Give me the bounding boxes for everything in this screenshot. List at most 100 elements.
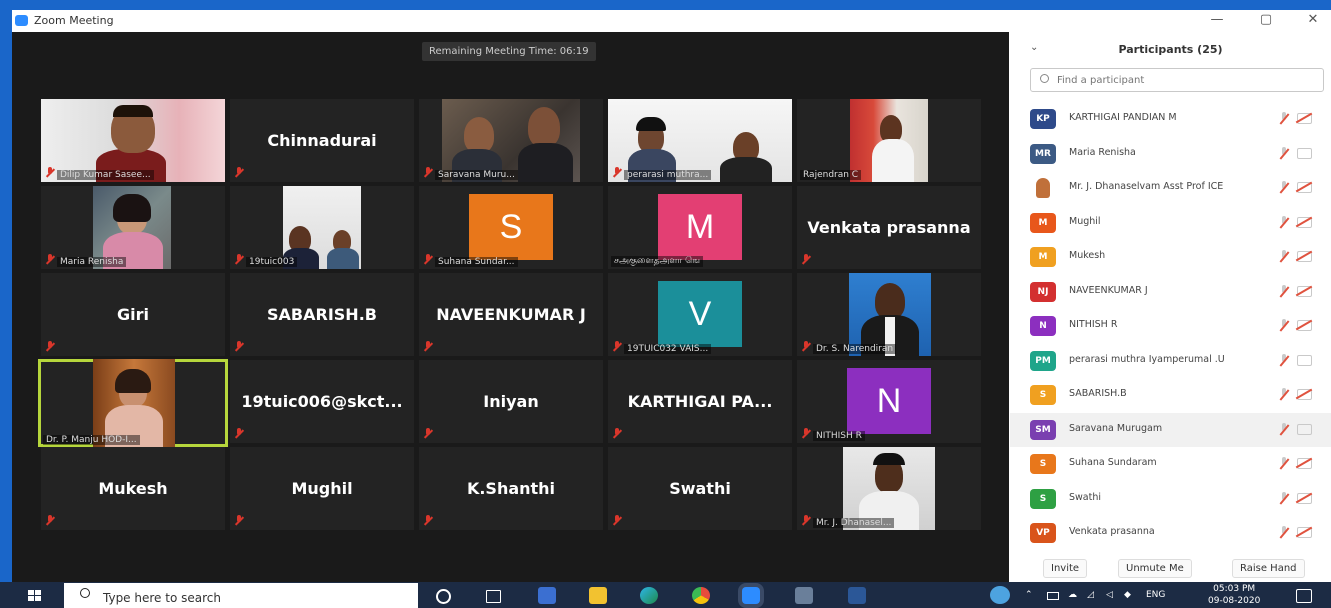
mic-muted-icon[interactable] — [1278, 112, 1290, 124]
word-icon[interactable] — [848, 587, 866, 604]
camera-off-icon[interactable] — [1297, 320, 1312, 331]
participant-row[interactable]: S SABARISH.B — [1010, 378, 1331, 412]
video-tile[interactable]: Chinnadurai — [230, 99, 414, 182]
video-tile[interactable]: Mr. J. Dhanasel... — [797, 447, 981, 530]
participant-row[interactable]: KP KARTHIGAI PANDIAN M — [1010, 102, 1331, 136]
participant-search-input[interactable] — [1055, 71, 1319, 89]
participant-row[interactable]: PM perarasi muthra Iyamperumal .U — [1010, 344, 1331, 378]
tray-chevron-icon[interactable]: ⌃ — [1025, 590, 1033, 600]
chrome-icon[interactable] — [692, 587, 710, 604]
video-tile[interactable]: M சஅகுளைதஅளா ஙெ — [608, 186, 792, 269]
mic-muted-icon[interactable] — [1278, 491, 1290, 504]
participant-row[interactable]: SM Saravana Murugam — [1010, 412, 1331, 447]
mic-muted-icon[interactable] — [1278, 284, 1290, 297]
help-icon[interactable] — [990, 586, 1010, 604]
participant-row[interactable]: M Mughil — [1010, 206, 1331, 240]
video-tile[interactable]: N NITHISH R — [797, 360, 981, 443]
dropbox-icon[interactable]: ◆ — [1124, 590, 1131, 600]
edge-icon[interactable] — [640, 587, 658, 604]
active-speaker-tile[interactable]: Dr. P. Manju HOD-I... — [38, 359, 228, 447]
camera-icon[interactable] — [1297, 354, 1312, 366]
invite-button[interactable]: Invite — [1043, 559, 1088, 578]
volume-icon[interactable]: ◁ — [1106, 590, 1113, 600]
mic-muted-icon[interactable] — [1278, 388, 1290, 400]
mic-muted-icon[interactable] — [1278, 319, 1290, 331]
cloud-icon[interactable]: ☁ — [1068, 590, 1077, 600]
video-tile[interactable]: Maria Renisha — [41, 186, 225, 269]
taskbar-clock[interactable]: 05:03 PM 09-08-2020 — [1208, 583, 1260, 607]
network-icon[interactable]: ◿ — [1087, 590, 1094, 600]
zoom-taskbar-icon[interactable] — [742, 587, 760, 604]
mic-muted-icon[interactable] — [1278, 353, 1290, 366]
battery-icon[interactable] — [1047, 592, 1059, 600]
video-tile[interactable]: SABARISH.B — [230, 273, 414, 356]
video-tile[interactable]: Swathi — [608, 447, 792, 530]
mic-muted-icon — [423, 167, 433, 178]
camera-off-icon[interactable] — [1297, 492, 1312, 504]
video-tile[interactable]: Rajendran C — [797, 99, 981, 182]
file-explorer-icon[interactable] — [589, 587, 607, 604]
zoom-app-icon — [15, 15, 28, 26]
taskbar-search-box[interactable]: Type here to search — [64, 583, 418, 608]
video-tile[interactable]: NAVEENKUMAR J — [419, 273, 603, 356]
video-tile[interactable]: K.Shanthi — [419, 447, 603, 530]
camera-off-icon[interactable] — [1297, 251, 1312, 262]
notifications-icon[interactable] — [1296, 589, 1312, 603]
camera-off-icon[interactable] — [1297, 216, 1312, 228]
video-tile[interactable]: Iniyan — [419, 360, 603, 443]
video-tile[interactable]: KARTHIGAI PA... — [608, 360, 792, 443]
camera-icon[interactable] — [1297, 423, 1312, 435]
mic-muted-icon — [423, 515, 433, 526]
minimize-button[interactable]: — — [1197, 12, 1237, 27]
participant-row[interactable]: S Suhana Sundaram — [1010, 447, 1331, 481]
video-tile[interactable]: Mukesh — [41, 447, 225, 530]
search-icon — [1040, 74, 1049, 83]
mic-muted-icon[interactable] — [1278, 215, 1290, 228]
app-icon[interactable] — [795, 587, 813, 604]
video-tile[interactable]: perarasi muthra... — [608, 99, 792, 182]
camera-off-icon[interactable] — [1297, 458, 1312, 469]
camera-off-icon[interactable] — [1297, 113, 1312, 124]
mic-muted-icon[interactable] — [1278, 146, 1290, 159]
store-icon[interactable] — [538, 587, 556, 604]
video-tile[interactable]: S Suhana Sundar... — [419, 186, 603, 269]
participant-row[interactable]: S Swathi — [1010, 482, 1331, 516]
video-tile[interactable]: Giri — [41, 273, 225, 356]
mic-muted-icon[interactable] — [1278, 422, 1290, 435]
participant-row[interactable]: NJ NAVEENKUMAR J — [1010, 275, 1331, 309]
task-view-icon[interactable] — [486, 590, 501, 603]
participant-row[interactable]: MR Maria Renisha — [1010, 137, 1331, 171]
participant-row[interactable]: M Mukesh — [1010, 240, 1331, 274]
participant-search[interactable] — [1030, 68, 1324, 92]
video-tile[interactable]: Saravana Muru... — [419, 99, 603, 182]
mic-muted-icon[interactable] — [1278, 181, 1290, 193]
camera-icon[interactable] — [1297, 147, 1312, 159]
unmute-me-button[interactable]: Unmute Me — [1118, 559, 1192, 578]
mic-muted-icon[interactable] — [1278, 457, 1290, 469]
camera-off-icon[interactable] — [1297, 527, 1312, 538]
close-button[interactable]: ✕ — [1293, 12, 1331, 27]
video-tile[interactable]: 19tuic006@skct... — [230, 360, 414, 443]
mic-muted-icon[interactable] — [1278, 250, 1290, 262]
video-tile[interactable]: Mughil — [230, 447, 414, 530]
participant-name-label: Maria Renisha — [57, 257, 127, 267]
camera-off-icon[interactable] — [1297, 389, 1312, 400]
participant-row[interactable]: VP Venkata prasanna — [1010, 516, 1331, 550]
participant-avatar: SM — [1030, 419, 1056, 440]
video-tile[interactable]: Dr. S. Narendiran — [797, 273, 981, 356]
participant-row[interactable]: Mr. J. Dhanaselvam Asst Prof ICE — [1010, 171, 1331, 205]
restore-button[interactable]: ▢ — [1246, 12, 1286, 27]
participant-row[interactable]: N NITHISH R — [1010, 309, 1331, 343]
windows-start-icon[interactable] — [28, 590, 42, 602]
video-tile[interactable]: V 19TUIC032 VAIS... — [608, 273, 792, 356]
mic-muted-icon[interactable] — [1278, 526, 1290, 538]
video-tile[interactable]: 19tuic003 — [230, 186, 414, 269]
video-tile[interactable]: Venkata prasanna — [797, 186, 981, 269]
camera-off-icon[interactable] — [1297, 285, 1312, 297]
camera-off-icon[interactable] — [1297, 182, 1312, 193]
cortana-icon[interactable] — [436, 589, 451, 604]
raise-hand-button[interactable]: Raise Hand — [1232, 559, 1305, 578]
video-tile[interactable]: Dilip Kumar Sasee... — [41, 99, 225, 182]
mic-muted-icon — [45, 254, 55, 265]
language-indicator[interactable]: ENG — [1146, 590, 1165, 600]
